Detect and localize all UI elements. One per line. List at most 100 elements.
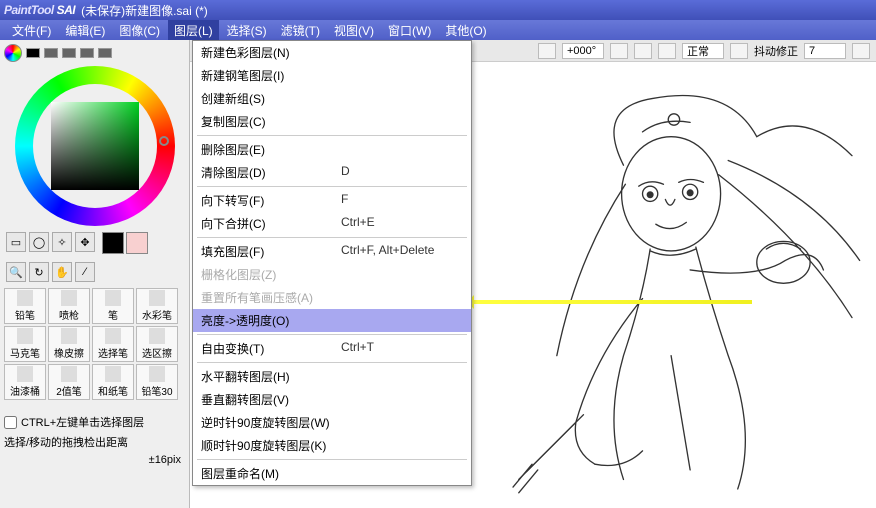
menu-item[interactable]: 创建新组(S) <box>193 87 471 110</box>
menu-select[interactable]: 选择(S) <box>221 20 273 41</box>
color-square[interactable] <box>51 102 139 190</box>
tool-cell[interactable]: 喷枪 <box>48 288 90 324</box>
menu-item[interactable]: 亮度->透明度(O) <box>193 309 471 332</box>
tool-icon <box>17 366 33 382</box>
tool-cell[interactable]: 橡皮擦 <box>48 326 90 362</box>
menu-item[interactable]: 填充图层(F)Ctrl+F, Alt+Delete <box>193 240 471 263</box>
menu-item[interactable]: 自由变换(T)Ctrl+T <box>193 337 471 360</box>
menu-other[interactable]: 其他(O) <box>439 20 492 41</box>
menu-separator <box>197 186 467 187</box>
swatch-icon[interactable] <box>44 48 58 58</box>
annotation-arrow <box>472 300 752 304</box>
tool-cell[interactable]: 选择笔 <box>92 326 134 362</box>
menu-item[interactable]: 向下合拼(C)Ctrl+E <box>193 212 471 235</box>
tool-icon <box>105 328 121 344</box>
menu-file[interactable]: 文件(F) <box>6 20 57 41</box>
tool-label: 选区擦 <box>142 345 172 360</box>
menu-item-shortcut: Ctrl+E <box>341 215 375 232</box>
background-color[interactable] <box>126 232 148 254</box>
menu-item-shortcut: D <box>341 164 350 181</box>
menu-item: 栅格化图层(Z) <box>193 263 471 286</box>
menu-item[interactable]: 清除图层(D)D <box>193 161 471 184</box>
menu-item-label: 逆时针90度旋转图层(W) <box>201 414 341 431</box>
menu-item-label: 向下转写(F) <box>201 192 341 209</box>
lasso-icon[interactable]: ◯ <box>29 232 49 252</box>
tool-cell[interactable]: 铅笔30 <box>136 364 178 400</box>
tool-cell[interactable]: 马克笔 <box>4 326 46 362</box>
menu-item[interactable]: 向下转写(F)F <box>193 189 471 212</box>
menu-item-label: 图层重命名(M) <box>201 465 341 482</box>
tool-cell[interactable]: 2值笔 <box>48 364 90 400</box>
hue-marker[interactable] <box>159 136 169 146</box>
tool-label: 水彩笔 <box>142 307 172 322</box>
tool-icon <box>149 290 165 306</box>
wand-icon[interactable]: ✧ <box>52 232 72 252</box>
menu-image[interactable]: 图像(C) <box>113 20 166 41</box>
color-ring-icon[interactable] <box>4 44 22 62</box>
tool-icon <box>17 328 33 344</box>
color-wheel[interactable] <box>15 66 175 226</box>
toolbar-button[interactable] <box>852 43 870 59</box>
flip-h-icon[interactable] <box>634 43 652 59</box>
swatch-icon[interactable] <box>62 48 76 58</box>
toolbar-button[interactable] <box>610 43 628 59</box>
swatch-icon[interactable] <box>26 48 40 58</box>
menu-layer[interactable]: 图层(L) <box>168 20 219 41</box>
menu-item-label: 重置所有笔画压感(A) <box>201 289 341 306</box>
hand-icon[interactable]: ✋ <box>52 262 72 282</box>
menu-item: 重置所有笔画压感(A) <box>193 286 471 309</box>
tool-cell[interactable]: 笔 <box>92 288 134 324</box>
tool-cell[interactable]: 铅笔 <box>4 288 46 324</box>
menu-edit[interactable]: 编辑(E) <box>59 20 111 41</box>
menu-item[interactable]: 复制图层(C) <box>193 110 471 133</box>
rotate-icon[interactable]: ↻ <box>29 262 49 282</box>
menu-view[interactable]: 视图(V) <box>328 20 380 41</box>
swatch-icon[interactable] <box>98 48 112 58</box>
menu-item-label: 新建钢笔图层(I) <box>201 67 341 84</box>
checkbox-label: CTRL+左键单击选择图层 <box>21 414 144 430</box>
move-icon[interactable]: ✥ <box>75 232 95 252</box>
foreground-color[interactable] <box>102 232 124 254</box>
tool-icon <box>61 290 77 306</box>
toolbar-button[interactable] <box>730 43 748 59</box>
tool-cell[interactable]: 和纸笔 <box>92 364 134 400</box>
stabilizer-select[interactable]: 7 <box>804 43 846 59</box>
tool-icon <box>149 366 165 382</box>
tool-cell[interactable]: 油漆桶 <box>4 364 46 400</box>
eyedropper-icon[interactable]: ⁄ <box>75 262 95 282</box>
menu-separator <box>197 334 467 335</box>
menu-item-label: 复制图层(C) <box>201 113 341 130</box>
titlebar: PaintTool PaintTool SAISAI (未保存)新建图像.sai… <box>0 0 876 20</box>
marquee-icon[interactable]: ▭ <box>6 232 26 252</box>
tool-cell[interactable]: 选区擦 <box>136 326 178 362</box>
rotation-display[interactable]: +000° <box>562 43 604 59</box>
menu-item[interactable]: 逆时针90度旋转图层(W) <box>193 411 471 434</box>
menu-item[interactable]: 顺时针90度旋转图层(K) <box>193 434 471 457</box>
menu-separator <box>197 135 467 136</box>
menu-item[interactable]: 图层重命名(M) <box>193 462 471 485</box>
toolbar-button[interactable] <box>538 43 556 59</box>
toolbar-button[interactable] <box>658 43 676 59</box>
menu-item[interactable]: 删除图层(E) <box>193 138 471 161</box>
tool-icon <box>17 290 33 306</box>
zoom-icon[interactable]: 🔍 <box>6 262 26 282</box>
menu-item-label: 清除图层(D) <box>201 164 341 181</box>
menu-item-label: 水平翻转图层(H) <box>201 368 341 385</box>
tool-icon <box>105 366 121 382</box>
ctrl-click-select-checkbox[interactable]: CTRL+左键单击选择图层 <box>4 414 185 430</box>
menu-item[interactable]: 新建色彩图层(N) <box>193 41 471 64</box>
menu-item[interactable]: 水平翻转图层(H) <box>193 365 471 388</box>
tool-icon <box>149 328 165 344</box>
checkbox-input[interactable] <box>4 416 17 429</box>
menu-item[interactable]: 垂直翻转图层(V) <box>193 388 471 411</box>
tool-label: 2值笔 <box>56 383 82 398</box>
menu-window[interactable]: 窗口(W) <box>382 20 437 41</box>
mode-select[interactable]: 正常 <box>682 43 724 59</box>
menu-filter[interactable]: 滤镜(T) <box>275 20 326 41</box>
app-logo: PaintTool PaintTool SAISAI <box>4 3 75 17</box>
layer-dropdown-menu: 新建色彩图层(N)新建钢笔图层(I)创建新组(S)复制图层(C)删除图层(E)清… <box>192 40 472 486</box>
swatch-icon[interactable] <box>80 48 94 58</box>
menu-separator <box>197 362 467 363</box>
menu-item[interactable]: 新建钢笔图层(I) <box>193 64 471 87</box>
tool-cell[interactable]: 水彩笔 <box>136 288 178 324</box>
